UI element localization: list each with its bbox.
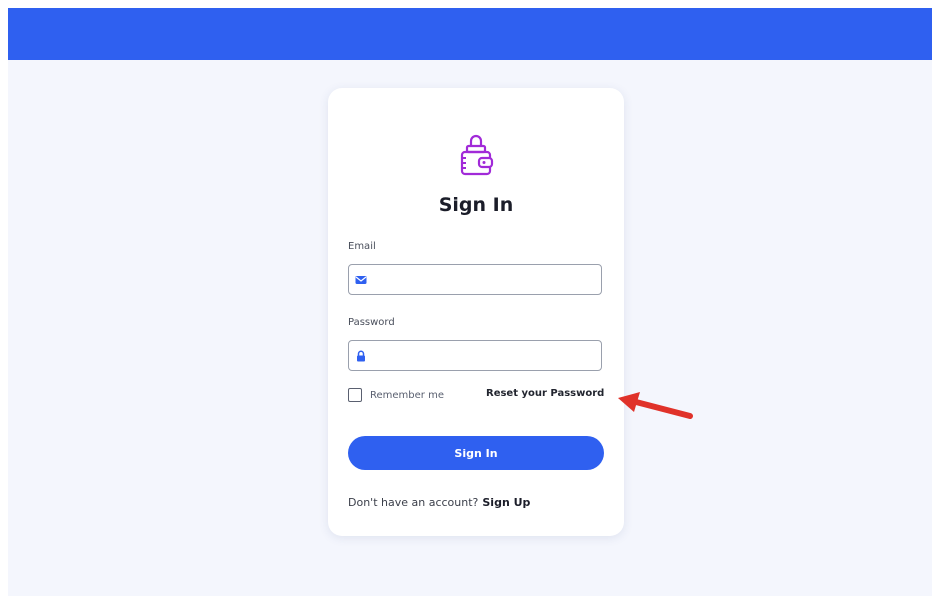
- lock-icon: [357, 350, 365, 362]
- remember-me-checkbox[interactable]: [348, 388, 362, 402]
- password-field[interactable]: [348, 340, 602, 371]
- email-label: Email: [348, 241, 376, 252]
- signup-prompt-text: Don't have an account?: [348, 496, 479, 509]
- page-background: Sign In Email Password Remember me Reset…: [8, 8, 932, 596]
- sign-in-card: Sign In Email Password Remember me Reset…: [328, 88, 624, 536]
- envelope-icon: [355, 276, 367, 284]
- email-field[interactable]: [348, 264, 602, 295]
- wallet-lock-icon: [460, 134, 494, 176]
- email-input[interactable]: [373, 269, 599, 292]
- password-input[interactable]: [373, 345, 599, 368]
- sign-in-button[interactable]: Sign In: [348, 436, 604, 470]
- remember-me-label[interactable]: Remember me: [370, 390, 444, 401]
- sign-up-link[interactable]: Sign Up: [482, 496, 530, 509]
- remember-me-row: Remember me: [348, 387, 444, 403]
- red-arrow-icon: [618, 392, 693, 419]
- password-label: Password: [348, 317, 395, 328]
- top-header-bar: [8, 8, 932, 60]
- reset-password-link[interactable]: Reset your Password: [486, 388, 604, 399]
- page-title: Sign In: [438, 194, 514, 216]
- signup-prompt: Don't have an account? Sign Up: [348, 496, 530, 509]
